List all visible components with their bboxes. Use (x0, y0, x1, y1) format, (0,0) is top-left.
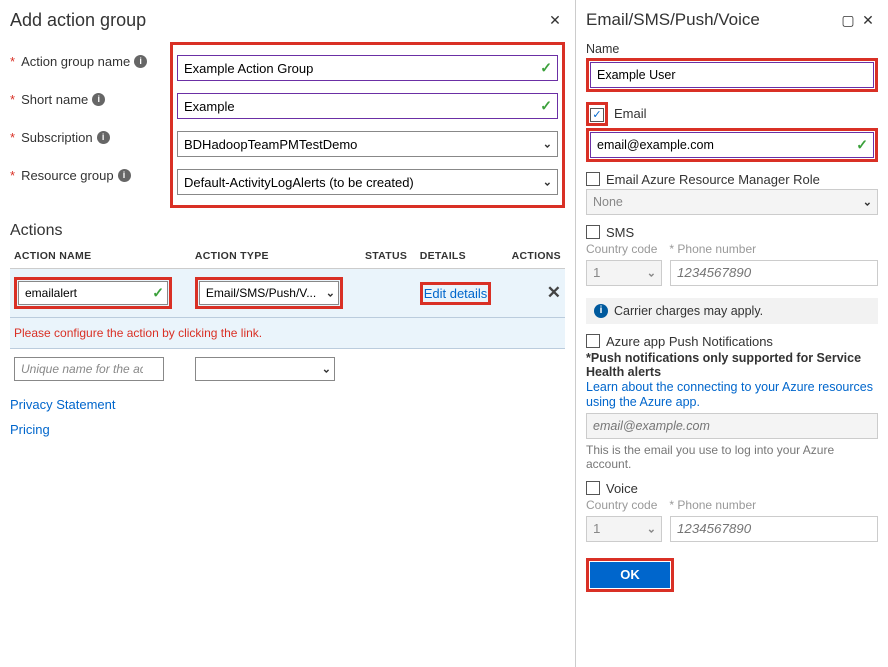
sms-checkbox[interactable] (586, 225, 600, 239)
highlight-email-field: ✓ (586, 128, 878, 162)
info-icon[interactable]: i (118, 169, 131, 182)
info-icon[interactable]: i (134, 55, 147, 68)
action-row: ✓ ⌄ Edit details (10, 269, 565, 318)
actions-table: ACTION NAME ACTION TYPE STATUS DETAILS A… (10, 242, 565, 389)
notification-details-pane: Email/SMS/Push/Voice ▢ ✕ Name ✓ Email ✓ … (576, 0, 888, 667)
sms-phone-input (670, 260, 878, 286)
info-icon: i (594, 304, 608, 318)
check-icon: ✓ (856, 136, 868, 153)
email-label: Email (614, 106, 647, 121)
arm-role-label: Email Azure Resource Manager Role (606, 172, 820, 187)
check-icon: ✓ (540, 98, 552, 115)
close-icon[interactable]: ✕ (858, 12, 878, 29)
chevron-down-icon: ⌄ (322, 363, 331, 376)
sms-label: SMS (606, 225, 634, 240)
carrier-note-bar: i Carrier charges may apply. (586, 298, 878, 324)
action-type-select[interactable] (199, 281, 339, 305)
delete-action-icon[interactable]: ✕ (547, 283, 561, 302)
label-resource-group: Resource group (21, 168, 114, 183)
sms-cc-label: Country code (586, 242, 657, 256)
chevron-down-icon: ⌄ (543, 138, 552, 151)
privacy-link[interactable]: Privacy Statement (10, 397, 116, 412)
chevron-down-icon: ⌄ (863, 195, 872, 208)
ok-button[interactable]: OK (590, 562, 670, 588)
col-details: DETAILS (416, 242, 503, 269)
check-icon: ✓ (540, 60, 552, 77)
voice-phone-input (670, 516, 878, 542)
chevron-down-icon: ⌄ (543, 176, 552, 189)
arm-role-checkbox[interactable] (586, 172, 600, 186)
voice-checkbox[interactable] (586, 481, 600, 495)
col-action-name: ACTION NAME (10, 242, 191, 269)
highlight-action-type: ⌄ (195, 277, 343, 309)
action-group-name-input[interactable] (177, 55, 558, 81)
sms-phone-label: Phone number (677, 242, 756, 256)
col-actions: ACTIONS (502, 242, 565, 269)
push-learn-link[interactable]: Learn about the connecting to your Azure… (586, 380, 873, 409)
highlight-ok-button: OK (586, 558, 674, 592)
arm-role-select (586, 189, 878, 215)
col-status: STATUS (361, 242, 416, 269)
new-action-name-input[interactable] (14, 357, 164, 381)
left-pane-header: Add action group ✕ (10, 6, 565, 34)
email-input[interactable] (590, 132, 874, 158)
action-name-input[interactable] (18, 281, 168, 305)
chevron-down-icon: ⌄ (326, 287, 335, 300)
short-name-input[interactable] (177, 93, 558, 119)
push-note: *Push notifications only supported for S… (586, 351, 878, 379)
new-action-row: ⌄ (10, 349, 565, 390)
label-short-name: Short name (21, 92, 88, 107)
voice-label: Voice (606, 481, 638, 496)
voice-phone-label: Phone number (677, 498, 756, 512)
add-action-group-pane: Add action group ✕ *Action group name i … (0, 0, 576, 667)
new-action-type-select[interactable] (195, 357, 335, 381)
info-icon[interactable]: i (92, 93, 105, 106)
right-pane-header: Email/SMS/Push/Voice ▢ ✕ (586, 6, 878, 34)
label-subscription: Subscription (21, 130, 93, 145)
highlight-form-block: ✓ ✓ ⌄ ⌄ (170, 42, 565, 208)
info-icon[interactable]: i (97, 131, 110, 144)
push-hint: This is the email you use to log into yo… (586, 443, 878, 471)
edit-details-link[interactable]: Edit details (424, 286, 488, 301)
required-marker: * (10, 168, 15, 183)
name-input[interactable] (590, 62, 874, 88)
highlight-action-name: ✓ (14, 277, 172, 309)
email-checkbox[interactable]: ✓ (590, 108, 604, 122)
push-label: Azure app Push Notifications (606, 334, 773, 349)
restore-icon[interactable]: ▢ (838, 12, 858, 29)
required-marker: * (10, 130, 15, 145)
actions-section-title: Actions (10, 222, 565, 240)
close-icon[interactable]: ✕ (545, 12, 565, 29)
chevron-down-icon: ⌄ (647, 522, 656, 535)
required-marker: * (10, 54, 15, 69)
carrier-note-text: Carrier charges may apply. (614, 304, 763, 318)
subscription-select[interactable] (177, 131, 558, 157)
check-icon: ✓ (152, 285, 164, 302)
action-error-text: Please configure the action by clicking … (10, 318, 565, 349)
push-email-input (586, 413, 878, 439)
highlight-edit-details: Edit details (420, 282, 492, 305)
label-action-group-name: Action group name (21, 54, 130, 69)
highlight-email-checkbox: ✓ (586, 102, 608, 126)
right-pane-title: Email/SMS/Push/Voice (586, 10, 838, 30)
col-action-type: ACTION TYPE (191, 242, 361, 269)
voice-cc-label: Country code (586, 498, 657, 512)
left-pane-title: Add action group (10, 10, 545, 31)
required-marker: * (10, 92, 15, 107)
push-checkbox[interactable] (586, 334, 600, 348)
resource-group-select[interactable] (177, 169, 558, 195)
highlight-name-field (586, 58, 878, 92)
pricing-link[interactable]: Pricing (10, 422, 50, 437)
chevron-down-icon: ⌄ (647, 266, 656, 279)
name-label: Name (586, 42, 878, 56)
